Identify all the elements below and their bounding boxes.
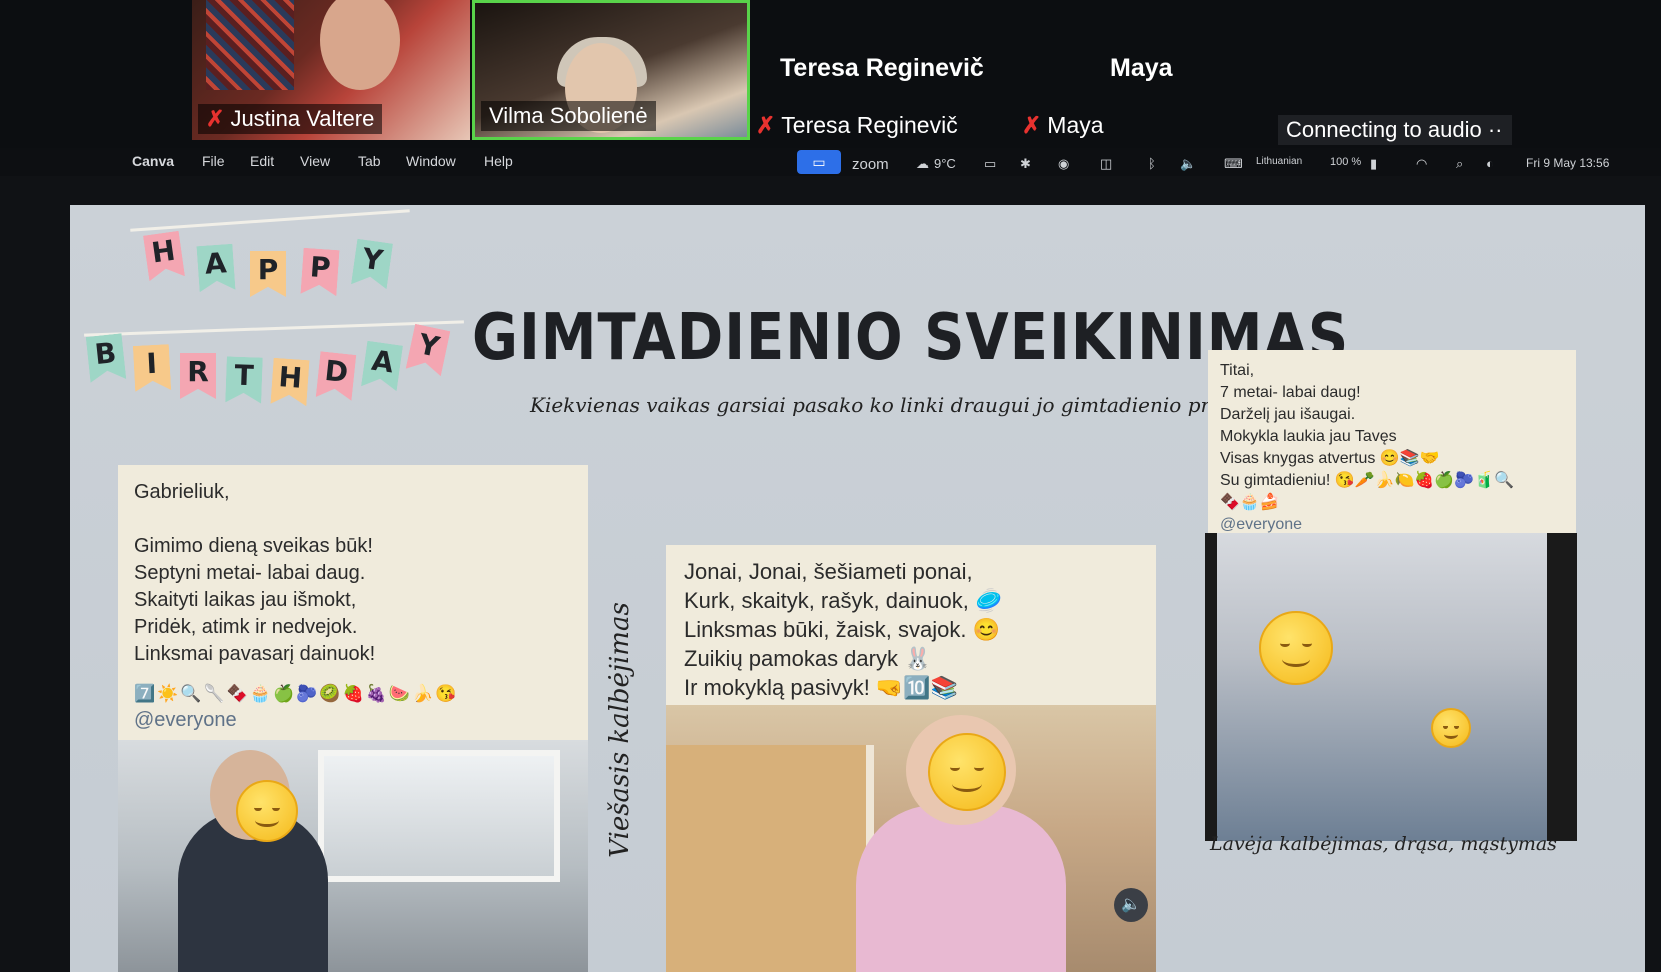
speaker-icon[interactable]: 🔈 — [1114, 888, 1148, 922]
menu-clock[interactable]: Fri 9 May 13:56 — [1526, 156, 1609, 170]
participant-name-tag-maya: ✗ Maya — [1022, 112, 1104, 138]
greeting-line: Titai, — [1220, 362, 1255, 379]
mic-muted-icon: ✗ — [1022, 112, 1042, 138]
greeting-card-titai[interactable]: Titai, 7 metai- labai daug! Darželį jau … — [1208, 350, 1576, 535]
greeting-line: Gabrieliuk, — [134, 481, 230, 503]
screen-mirror-icon[interactable]: ◫ — [1100, 156, 1112, 172]
display-icon[interactable]: ▭ — [984, 156, 996, 172]
greeting-line: 7 metai- labai daug! — [1220, 384, 1361, 401]
classroom-background — [1217, 533, 1547, 841]
participant-name-tag-teresa: ✗ Teresa Reginevič — [756, 112, 958, 138]
bunting-flag-y: Y — [351, 239, 393, 290]
greeting-line: Ir mokyklą pasivyk! 🤜🔟📚 — [684, 675, 959, 700]
mention-everyone: @everyone — [134, 709, 237, 731]
smiley-face-icon — [928, 733, 1006, 811]
wifi-icon[interactable]: ◠ — [1416, 156, 1427, 172]
participant-video — [320, 0, 400, 90]
greeting-card-jonai[interactable]: Jonai, Jonai, šešiameti ponai, Kurk, ska… — [666, 545, 1156, 705]
greeting-line — [134, 506, 572, 533]
menu-file[interactable]: File — [202, 153, 225, 169]
greeting-card-gabrieliuk[interactable]: Gabrieliuk, Gimimo dieną sveikas būk! Se… — [118, 465, 588, 740]
greeting-line: Mokykla laukia jau Tavęs — [1220, 428, 1397, 445]
input-source-icon[interactable]: ⌨ — [1224, 156, 1243, 172]
bunting-flag-a: A — [196, 244, 235, 292]
background-artwork — [206, 0, 294, 90]
child-photo-1[interactable] — [118, 740, 588, 972]
participant-tile-justina[interactable]: ✗ Justina Valtere — [192, 0, 470, 140]
caption-right: Lavėja kalbėjimas, drąsa, mąstymas — [1210, 833, 1557, 855]
connecting-audio-status: Connecting to audio ·· — [1278, 115, 1512, 145]
participant-tile-maya-name[interactable]: Maya — [1110, 54, 1173, 83]
greeting-line: Linksmai pavasarį dainuok! — [134, 643, 376, 665]
participant-name-tag: Vilma Sobolienė — [481, 101, 656, 131]
mic-muted-icon: ✗ — [206, 106, 225, 131]
greeting-line: Linksmas būki, žaisk, svajok. 😊 — [684, 617, 1000, 642]
bunting-flag-i: I — [133, 344, 171, 392]
greeting-line: 🍫🧁🍰 — [1220, 494, 1280, 511]
zoom-menu-label[interactable]: zoom — [852, 156, 889, 173]
menu-edit[interactable]: Edit — [250, 153, 274, 169]
greeting-line: Septyni metai- labai daug. — [134, 562, 366, 584]
mic-muted-icon: ✗ — [756, 112, 776, 138]
fan-icon[interactable]: ✱ — [1020, 156, 1031, 172]
menu-help[interactable]: Help — [484, 153, 513, 169]
bunting-flag-d: D — [316, 351, 357, 401]
weather-temp[interactable]: 9°C — [934, 156, 956, 171]
zoom-participant-strip: ✗ Justina Valtere Vilma Sobolienė Teresa … — [0, 0, 1661, 148]
bunting-flag-r: R — [180, 353, 216, 399]
bunting-flag-p: P — [250, 251, 286, 297]
volume-icon[interactable]: 🔈 — [1180, 156, 1196, 172]
child-photo-3[interactable] — [1205, 533, 1577, 841]
bunting-flag-h: H — [270, 358, 309, 406]
menu-view[interactable]: View — [300, 153, 330, 169]
bluetooth-icon[interactable]: ᛒ — [1148, 156, 1156, 171]
greeting-line: Gimimo dieną sveikas būk! — [134, 535, 373, 557]
side-label-viesasis: Viešasis kalbėjimas — [605, 602, 635, 858]
zoom-share-icon[interactable]: ▭ — [797, 150, 841, 174]
smiley-face-icon — [1431, 708, 1471, 748]
greeting-line: Darželį jau išaugai. — [1220, 406, 1356, 423]
child-figure — [856, 805, 1066, 972]
bunting-flag-b: B — [86, 333, 127, 383]
participant-tile-teresa-name[interactable]: Teresa Reginevič — [780, 54, 984, 83]
smiley-face-icon — [1259, 611, 1333, 685]
window-background — [318, 750, 560, 882]
child-photo-2[interactable] — [666, 705, 1156, 972]
greeting-line: Visas knygas atvertus 😊📚🤝 — [1220, 450, 1440, 467]
greeting-line: Kurk, skaityk, rašyk, dainuok, 🥏 — [684, 588, 1003, 613]
shelf-background — [666, 745, 874, 972]
greeting-line: Pridėk, atimk ir nedvejok. — [134, 616, 358, 638]
weather-icon[interactable]: ☁ — [916, 156, 929, 172]
greeting-line: Jonai, Jonai, šešiameti ponai, — [684, 559, 973, 584]
participant-name-tag: ✗ Justina Valtere — [198, 104, 383, 134]
bunting-flag-a: A — [361, 341, 403, 392]
control-center-icon[interactable]: ◐ — [1486, 156, 1494, 171]
emoji-row: 7️⃣☀️🔍🥄🍫🧁🍏🫐🥝🍓🍇🍉🍌😘 — [134, 684, 459, 703]
battery-percent[interactable]: 100 % — [1330, 156, 1361, 168]
canva-slide[interactable]: HAPPY BIRTHDAY GIMTADIENIO SVEIKINIMAS K… — [70, 205, 1645, 972]
participant-tile-vilma[interactable]: Vilma Sobolienė — [472, 0, 750, 140]
menu-tab[interactable]: Tab — [358, 153, 381, 169]
bunting-flag-y: Y — [406, 324, 451, 376]
slide-subtitle[interactable]: Kiekvienas vaikas garsiai pasako ko link… — [530, 393, 1247, 417]
greeting-line: Zuikių pamokas daryk 🐰 — [684, 646, 932, 671]
screen-record-icon[interactable]: ◉ — [1058, 156, 1069, 172]
greeting-line: Su gimtadieniu! 😘🥕🍌🍋🍓🍏🫐🧃🔍 — [1220, 472, 1515, 489]
bunting-flag-p: P — [300, 248, 339, 296]
bunting-flag-h: H — [143, 231, 185, 282]
input-language[interactable]: Lithuanian — [1256, 156, 1302, 167]
greeting-line: Skaityti laikas jau išmokt, — [134, 589, 357, 611]
smiley-face-icon — [236, 780, 298, 842]
menu-app-name[interactable]: Canva — [132, 153, 174, 169]
battery-icon[interactable]: ▮ — [1370, 156, 1377, 172]
bunting-string — [84, 320, 464, 337]
search-icon[interactable]: ⌕ — [1456, 156, 1463, 172]
bunting-flag-t: T — [225, 356, 263, 403]
menu-window[interactable]: Window — [406, 153, 456, 169]
bunting-string — [130, 209, 410, 232]
